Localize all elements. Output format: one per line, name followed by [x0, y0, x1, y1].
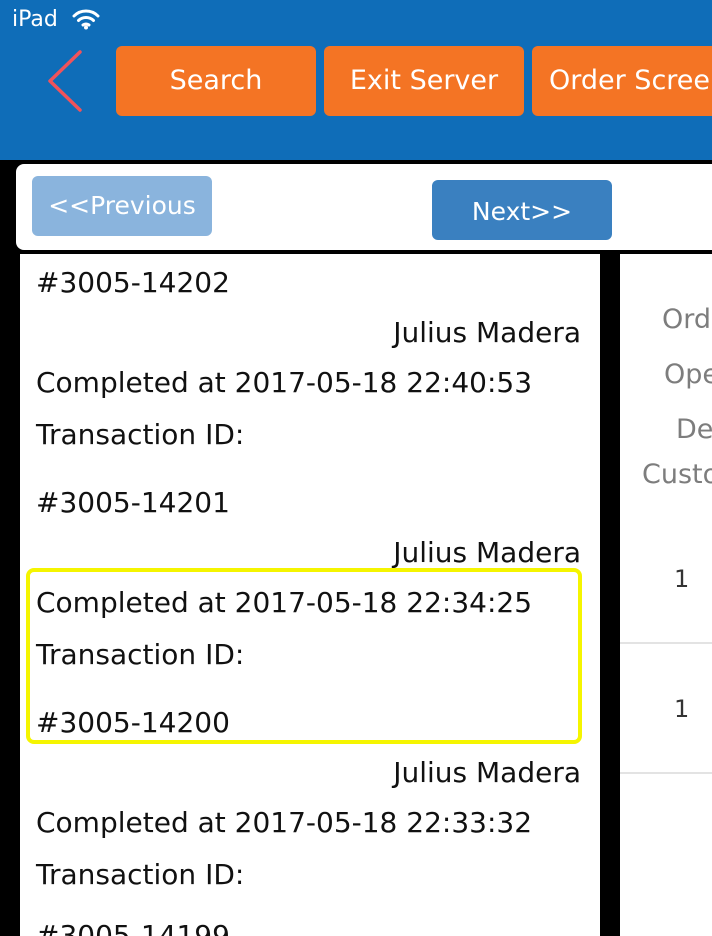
order-server: Julius Madera — [393, 536, 581, 569]
order-screen-button[interactable]: Order Screen — [532, 46, 712, 116]
detail-row-divider — [620, 642, 712, 644]
header-bar: iPad Search Exit Server Order Screen — [0, 0, 712, 160]
order-list[interactable]: #3005-14202 Julius Madera Completed at 2… — [20, 254, 600, 936]
order-transaction-id: Transaction ID: — [36, 418, 245, 451]
detail-row-value: 1 — [674, 695, 690, 723]
order-number[interactable]: #3005-14199 — [36, 918, 230, 936]
app-screen: iPad Search Exit Server Order Screen <<P… — [0, 0, 712, 936]
detail-row-divider — [620, 772, 712, 774]
chevron-left-icon[interactable] — [40, 48, 90, 114]
order-number[interactable]: #3005-14201 — [36, 485, 230, 521]
detail-label-order: Ord — [662, 304, 712, 335]
order-server: Julius Madera — [393, 316, 581, 349]
order-completed-time: Completed at 2017-05-18 22:33:32 — [36, 806, 533, 839]
detail-label-customer: Custo — [642, 459, 712, 490]
order-transaction-id: Transaction ID: — [36, 858, 245, 891]
next-page-button[interactable]: Next>> — [432, 180, 612, 240]
order-server: Julius Madera — [393, 756, 581, 789]
wifi-icon — [72, 9, 100, 30]
order-transaction-id: Transaction ID: — [36, 638, 245, 671]
order-detail-panel: Ord Ope De Custo 1 1 — [620, 254, 712, 936]
order-completed-time: Completed at 2017-05-18 22:40:53 — [36, 366, 533, 399]
detail-label-de: De — [676, 414, 712, 445]
detail-label-open: Ope — [664, 359, 712, 390]
order-number[interactable]: #3005-14202 — [36, 265, 230, 301]
order-number[interactable]: #3005-14200 — [36, 705, 230, 741]
previous-page-button[interactable]: <<Previous — [32, 176, 212, 236]
detail-row-value: 1 — [674, 565, 690, 593]
device-name: iPad — [12, 7, 58, 32]
exit-server-button[interactable]: Exit Server — [324, 46, 524, 116]
search-button[interactable]: Search — [116, 46, 316, 116]
order-completed-time: Completed at 2017-05-18 22:34:25 — [36, 586, 533, 619]
